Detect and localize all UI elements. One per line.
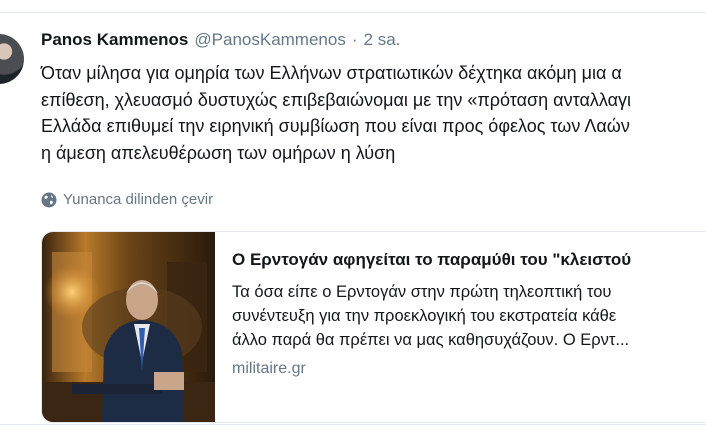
card-thumbnail[interactable] [42,232,215,422]
bottom-divider [0,424,706,425]
tweet-text-line: η άμεση απελευθέρωση των ομήρων η λύση [41,142,396,163]
card-title[interactable]: Ο Ερντογάν αφηγείται το παραμύθι του "κλ… [232,250,706,270]
tweet-text-line: Όταν μίλησα για ομηρία των Ελλήνων στρατ… [41,63,622,83]
top-divider [0,12,706,13]
globe-icon [41,192,57,207]
translate-label[interactable]: Yunanca dilinden çevir [63,191,213,208]
tweet-timestamp[interactable]: 2 sa. [364,30,401,50]
tweet-text: Όταν μίλησα για ομηρία των Ελλήνων στρατ… [41,60,706,166]
tweet-text-line: Ελλάδα επιθυμεί την ειρηνική συμβίωση πο… [41,116,630,136]
card-description-line: συνέντευξη για την προεκλογική του εκστρ… [232,307,617,325]
tweet-text-line: επίθεση, χλευασμό δυστυχώς επιβεβαιώνομα… [41,89,631,110]
tweet-header: Panos Kammenos @PanosKammenos · 2 sa. [41,30,400,54]
card-description-line: άλλο παρά θα πρέπει να μας καθησυχάζουν.… [232,331,630,349]
card-domain[interactable]: militaire.gr [232,360,706,378]
card-description: Τα όσα είπε ο Ερντογάν στην πρώτη τηλεοπ… [232,280,706,352]
link-preview-card[interactable]: Ο Ερντογάν αφηγείται το παραμύθι του "κλ… [41,231,706,423]
separator-dot: · [351,30,358,49]
card-body[interactable]: Ο Ερντογάν αφηγείται το παραμύθι του "κλ… [232,250,706,378]
author-name[interactable]: Panos Kammenos [41,30,188,50]
translate-link[interactable]: Yunanca dilinden çevir [41,191,213,208]
avatar[interactable] [0,34,24,84]
author-handle[interactable]: @PanosKammenos [194,30,345,50]
thumbnail-image [42,232,215,422]
card-description-line: Τα όσα είπε ο Ερντογάν στην πρώτη τηλεοπ… [232,283,612,301]
